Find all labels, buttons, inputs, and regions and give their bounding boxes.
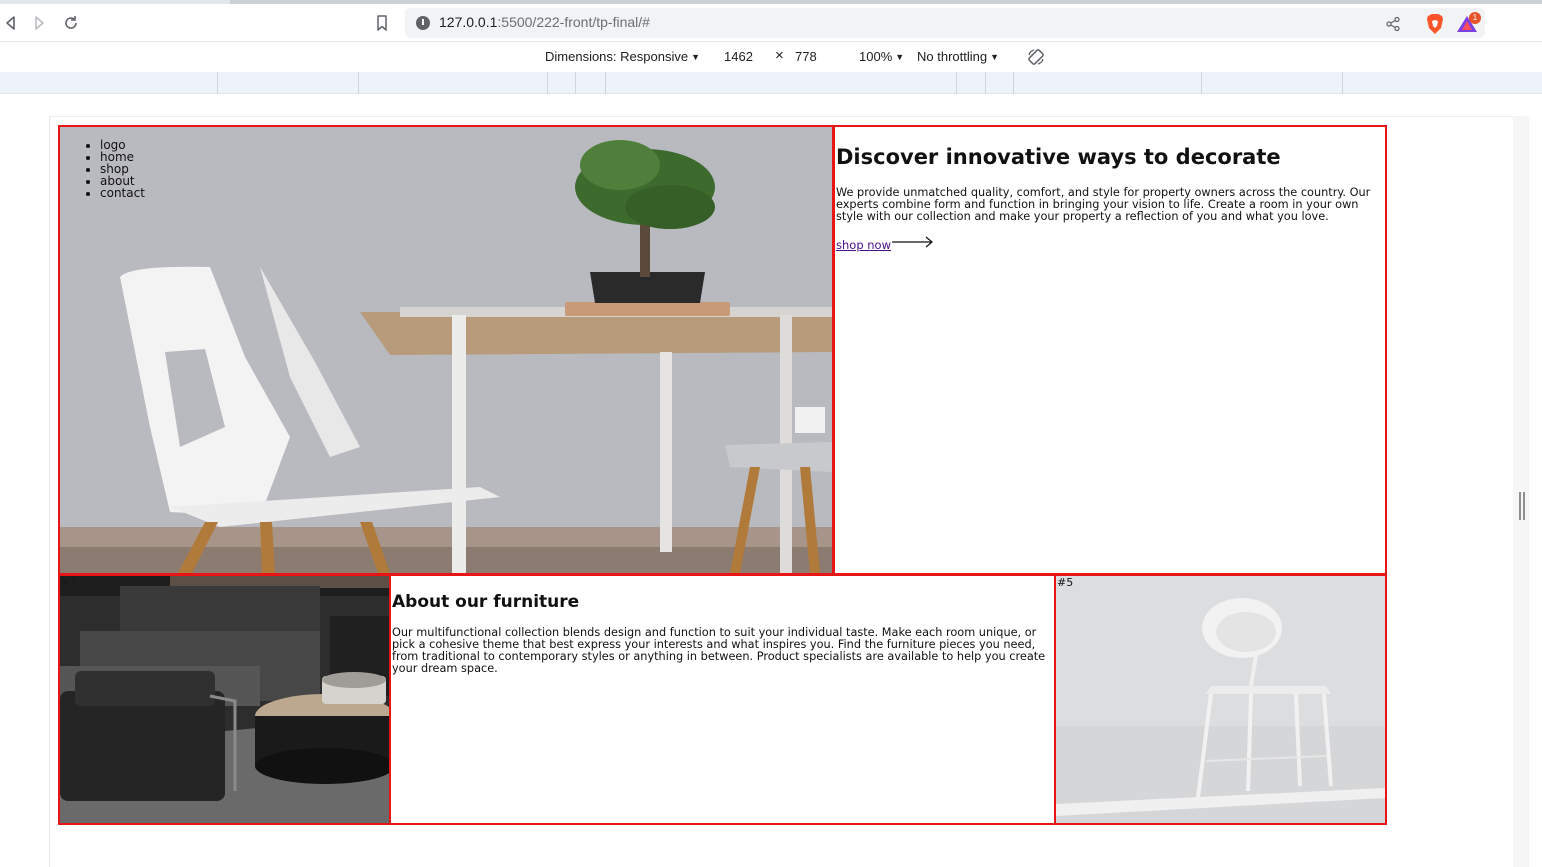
about-cell: About our furniture Our multifunctional … [389,574,1057,825]
hero-chair-table-image [60,127,832,573]
ruler-tick [1342,72,1343,94]
bedroom-armchair-image [60,576,389,823]
throttling-label: No throttling [917,49,988,64]
dimensions-dropdown[interactable]: Dimensions: Responsive ▼ [545,49,700,64]
browser-toolbar: 127.0.0.1:5500/222-front/tp-final/# 1 [0,4,1542,42]
url-path: :5500/222-front/tp-final/# [497,14,650,30]
width-input[interactable]: 1462 [722,48,772,66]
throttling-dropdown[interactable]: No throttling ▼ [917,49,999,64]
times-sign: × [775,47,784,64]
site-info-icon[interactable] [416,16,430,30]
ruler-tick [575,72,576,94]
chair-image-cell: #5 [1054,574,1387,825]
hero-image-cell: logo home shop about contact [58,125,834,575]
ruler-tick [1201,72,1202,94]
ruler-tick [956,72,957,94]
address-bar[interactable]: 127.0.0.1:5500/222-front/tp-final/# 1 [405,8,1485,38]
nav-item-contact[interactable]: contact [100,187,145,199]
about-title: About our furniture [392,592,580,612]
back-icon[interactable] [0,12,22,34]
rewards-badge: 1 [1469,12,1481,24]
media-query-ruler[interactable] [0,72,1542,94]
rotate-icon[interactable] [1026,47,1046,67]
hero-title: Discover innovative ways to decorate [836,145,1281,169]
ruler-tick [547,72,548,94]
resize-handle[interactable] [1519,492,1525,520]
hero-description: We provide unmatched quality, comfort, a… [836,186,1371,223]
caret-down-icon: ▼ [691,52,700,62]
bedroom-image-cell: #3 [58,574,391,825]
shop-now-link[interactable]: shop now [836,238,891,252]
dimensions-label: Dimensions: Responsive [545,49,689,64]
reload-icon[interactable] [60,12,82,34]
share-icon[interactable] [1385,16,1401,32]
bookmark-icon[interactable] [372,13,392,33]
device-toolbar: Dimensions: Responsive ▼ 1462 × 778 100% ▼… [0,43,1542,72]
cell-label-3: #3 [61,576,78,589]
zoom-dropdown[interactable]: 100% ▼ [859,49,904,64]
zoom-label: 100% [859,49,893,64]
brave-shields-icon[interactable] [1425,13,1445,35]
caret-down-icon: ▼ [895,52,905,62]
ruler-tick [985,72,986,94]
nav-menu: logo home shop about contact [100,139,145,199]
ruler-tick [358,72,359,94]
caret-down-icon: ▼ [990,52,1000,62]
arrow-right-icon [892,236,933,248]
forward-icon[interactable] [28,12,50,34]
url-text[interactable]: 127.0.0.1:5500/222-front/tp-final/# [439,14,650,30]
about-description: Our multifunctional collection blends de… [392,626,1046,675]
ruler-tick [605,72,606,94]
url-host: 127.0.0.1 [439,14,498,30]
ruler-tick [217,72,218,94]
cell-label-5: #5 [1057,576,1074,589]
ruler-tick [1013,72,1014,94]
white-chair-image [1056,576,1385,823]
height-input[interactable]: 778 [793,48,839,66]
hero-text-cell: Discover innovative ways to decorate We … [833,125,1387,575]
